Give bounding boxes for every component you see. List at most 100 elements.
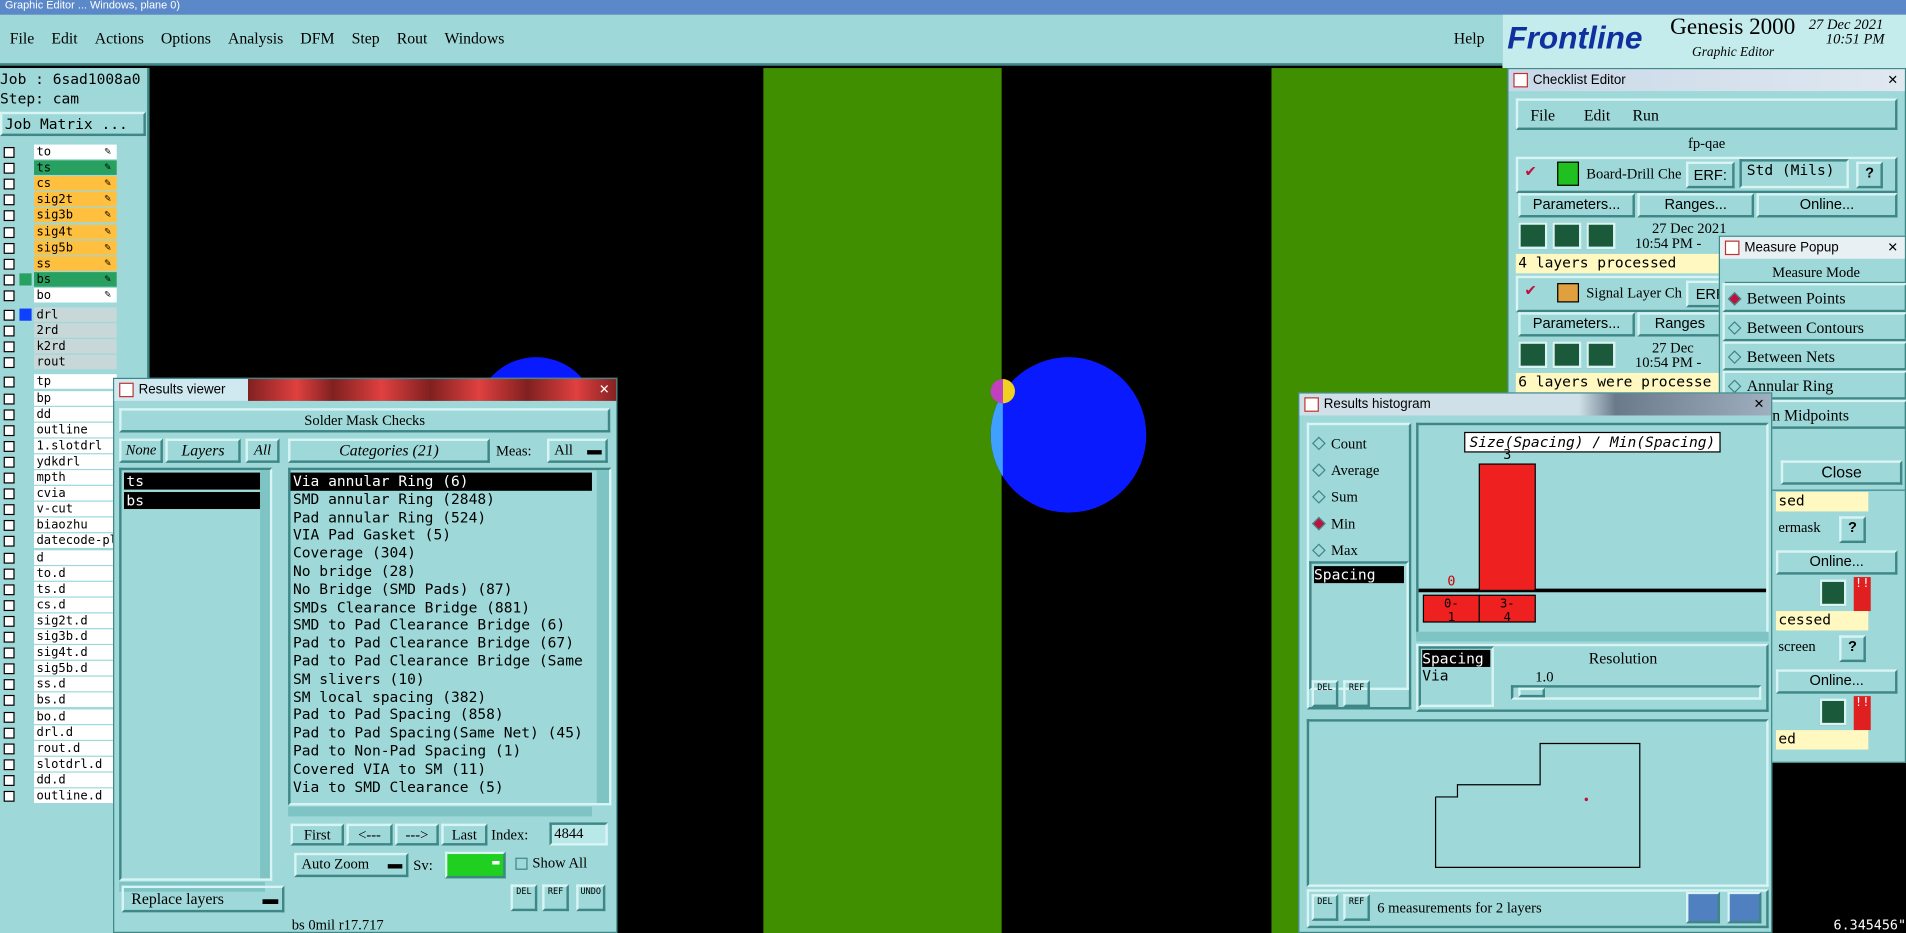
ranges-button[interactable]: Ranges	[1637, 312, 1723, 337]
layer-name[interactable]: ydkdrl	[34, 454, 117, 469]
layer-checkbox[interactable]	[3, 440, 15, 452]
layer-row-dd.d[interactable]: dd.d	[0, 772, 119, 789]
checklist-run-menu[interactable]: Run	[1632, 106, 1658, 125]
none-button[interactable]: None	[119, 438, 163, 463]
layer-checkbox[interactable]	[3, 743, 15, 755]
del-button[interactable]: DEL	[510, 884, 538, 912]
layer-checkbox[interactable]	[3, 663, 15, 675]
layer-name[interactable]: dd.d	[34, 772, 117, 788]
menu-options[interactable]: Options	[161, 29, 211, 48]
zoom-icon[interactable]	[1819, 698, 1847, 726]
help-button[interactable]: ?	[1839, 516, 1866, 544]
layer-name[interactable]: d	[34, 549, 117, 565]
aggregate-option[interactable]: Min	[1312, 510, 1379, 537]
layer-name[interactable]: sig4t.d	[34, 645, 117, 660]
layer-checkbox[interactable]	[3, 258, 15, 270]
category-item[interactable]: No bridge (28)	[291, 562, 592, 580]
menu-analysis[interactable]: Analysis	[228, 29, 283, 48]
attribute-item[interactable]: Spacing	[1314, 566, 1404, 584]
layer-row-ts[interactable]: ts ✎	[0, 160, 119, 176]
run-icon[interactable]	[1586, 341, 1616, 369]
layer-row-cs.d[interactable]: cs.d	[0, 597, 119, 613]
layer-name[interactable]: rout.d	[34, 740, 117, 756]
category-item[interactable]: Pad to Non-Pad Spacing (1)	[291, 742, 592, 760]
layer-checkbox[interactable]	[3, 520, 15, 532]
close-icon[interactable]: ✕	[599, 379, 609, 401]
ranges-button[interactable]: Ranges...	[1637, 193, 1755, 218]
layer-row-bs.d[interactable]: bs.d	[0, 692, 119, 709]
checklist-titlebar[interactable]: Checklist Editor ✕	[1508, 69, 1905, 92]
category-item[interactable]: Pad annular Ring (524)	[291, 509, 592, 527]
layer-name[interactable]: outline.d	[34, 788, 117, 804]
help-menu[interactable]: Help	[1454, 29, 1485, 48]
scrollbar[interactable]	[596, 470, 609, 804]
ref-button[interactable]: REF	[1343, 894, 1370, 921]
layer-checkbox[interactable]	[3, 615, 15, 627]
checklist-edit-menu[interactable]: Edit	[1584, 106, 1610, 125]
aggregate-option[interactable]: Sum	[1312, 484, 1379, 511]
parameters-button[interactable]: Parameters...	[1518, 193, 1635, 218]
layer-checkbox[interactable]	[3, 377, 15, 389]
layer-checkbox[interactable]	[3, 325, 15, 337]
category-item[interactable]: SM local spacing (382)	[291, 688, 592, 706]
categories-list[interactable]: Via annular Ring (6) SMD annular Ring (28…	[288, 467, 612, 806]
close-icon[interactable]: ✕	[1888, 69, 1898, 91]
layer-row-drl.d[interactable]: drl.d	[0, 724, 119, 741]
first-button[interactable]: First	[290, 823, 345, 846]
del-button[interactable]: DEL	[1311, 894, 1339, 921]
category-item[interactable]: SM slivers (10)	[291, 670, 592, 688]
layer-row-bo.d[interactable]: bo.d	[0, 708, 119, 725]
horizontal-scrollbar[interactable]	[1416, 631, 1769, 642]
layer-row-sig4t[interactable]: sig4t ✎	[0, 224, 119, 240]
layer-row-slotdrl.d[interactable]: slotdrl.d	[0, 756, 119, 773]
category-item[interactable]: Covered VIA to SM (11)	[291, 760, 592, 778]
category-item[interactable]: Coverage (304)	[291, 544, 592, 562]
category-item[interactable]: SMDs Clearance Bridge (881)	[291, 598, 592, 616]
layer-name[interactable]: sig5b.d	[34, 661, 117, 676]
run-icon[interactable]	[1518, 341, 1548, 369]
online-button[interactable]: Online...	[1775, 550, 1898, 575]
layer-checkbox[interactable]	[3, 162, 15, 174]
layer-checkbox[interactable]	[3, 759, 15, 770]
measure-titlebar[interactable]: Measure Popup ✕	[1720, 236, 1905, 259]
layer-name[interactable]: datecode-pl	[34, 533, 117, 549]
layer-row-outline.d[interactable]: outline.d	[0, 788, 119, 804]
online-button[interactable]: Online...	[1756, 193, 1898, 218]
histogram-bar[interactable]	[1478, 463, 1536, 592]
attribute-list[interactable]: Spacing Via	[1418, 646, 1494, 708]
help-button[interactable]: ?	[1856, 161, 1883, 189]
aggregate-option[interactable]: Average	[1312, 457, 1379, 484]
layer-name[interactable]: 1.slotdrl	[34, 438, 117, 453]
layer-checkbox[interactable]	[3, 178, 15, 190]
menu-file[interactable]: File	[10, 29, 35, 48]
layer-checkbox[interactable]	[3, 599, 15, 611]
layer-row-sig5b[interactable]: sig5b ✎	[0, 240, 119, 256]
layer-checkbox[interactable]	[3, 242, 15, 254]
layer-row-mpth[interactable]: mpth	[0, 470, 119, 486]
layer-checkbox[interactable]	[3, 226, 15, 238]
layer-checkbox[interactable]	[3, 472, 15, 484]
layer-row-outline[interactable]: outline	[0, 422, 119, 438]
layer-checkbox[interactable]	[3, 488, 15, 500]
checkmark-icon[interactable]: ✔	[1526, 281, 1536, 300]
layer-row-bo[interactable]: bo ✎	[0, 287, 119, 304]
measure-mode-option[interactable]: Between Points	[1722, 283, 1906, 313]
auto-zoom-dropdown[interactable]: Auto Zoom ▬	[294, 852, 409, 878]
board-preview[interactable]	[1306, 719, 1769, 887]
all-button[interactable]: All	[245, 438, 280, 463]
layer-name[interactable]: to.d	[34, 565, 117, 581]
layer-row-dd[interactable]: dd	[0, 406, 119, 422]
index-input[interactable]: 4844	[549, 822, 608, 846]
prev-button[interactable]: <---	[346, 823, 393, 846]
aggregate-option[interactable]: Max	[1312, 537, 1379, 564]
layer-row-sig3b.d[interactable]: sig3b.d	[0, 629, 119, 645]
replace-layers-dropdown[interactable]: Replace layers ▬	[121, 885, 285, 913]
layer-name[interactable]: biaozhu	[34, 517, 117, 533]
layer-checkbox[interactable]	[3, 290, 15, 302]
layer-checkbox[interactable]	[3, 309, 15, 321]
menu-step[interactable]: Step	[352, 29, 380, 48]
run-icon[interactable]	[1518, 222, 1548, 250]
menu-edit[interactable]: Edit	[51, 29, 77, 48]
run-icon[interactable]	[1552, 222, 1582, 250]
layer-checkbox[interactable]	[3, 631, 15, 643]
